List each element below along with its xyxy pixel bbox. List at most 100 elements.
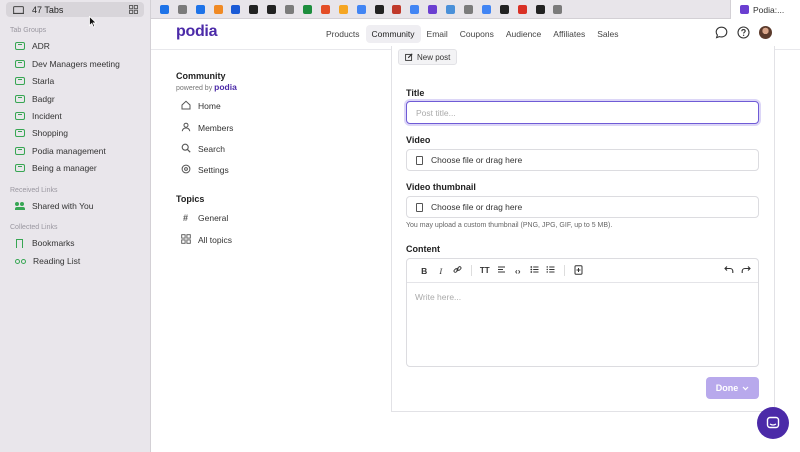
thumbnail-upload[interactable]: Choose file or drag here bbox=[406, 196, 759, 218]
pinned-tab-favicon-icon[interactable] bbox=[374, 4, 384, 14]
pinned-tab-favicon-icon[interactable] bbox=[446, 4, 456, 14]
pinned-tab-favicon-icon[interactable] bbox=[356, 4, 366, 14]
insert-file-button[interactable] bbox=[570, 264, 587, 277]
pinned-tab-favicon-icon[interactable] bbox=[392, 4, 402, 14]
new-post-label: New post bbox=[417, 52, 451, 62]
help-icon[interactable] bbox=[737, 26, 750, 39]
pinned-tab-favicon-icon[interactable] bbox=[213, 4, 223, 14]
topic-general[interactable]: # General bbox=[180, 213, 228, 223]
tab-group-label: Being a manager bbox=[32, 163, 97, 173]
tab-group-label: Dev Managers meeting bbox=[32, 59, 120, 69]
tab-overview-icon[interactable] bbox=[129, 5, 138, 14]
format-button[interactable] bbox=[493, 265, 510, 276]
topic-all-topics[interactable]: All topics bbox=[180, 234, 232, 246]
message-icon bbox=[766, 416, 780, 429]
tab-group-dev-managers[interactable]: Dev Managers meeting bbox=[15, 59, 120, 69]
pinned-tab-favicon-icon[interactable] bbox=[303, 4, 313, 14]
file-icon bbox=[416, 202, 423, 212]
shared-with-you-item[interactable]: Shared with You bbox=[15, 201, 93, 211]
community-nav-label: Settings bbox=[198, 165, 229, 175]
content-textarea[interactable]: Write here... bbox=[407, 283, 758, 311]
link-button[interactable] bbox=[449, 265, 466, 276]
nav-products[interactable]: Products bbox=[320, 25, 366, 43]
pinned-tab-favicon-icon[interactable] bbox=[231, 4, 241, 14]
pinned-tab-favicon-icon[interactable] bbox=[267, 4, 277, 14]
support-chat-button[interactable] bbox=[757, 407, 789, 439]
nav-coupons[interactable]: Coupons bbox=[454, 25, 500, 43]
pinned-tab-favicon-icon[interactable] bbox=[338, 4, 348, 14]
heading-button[interactable]: TT bbox=[477, 266, 494, 275]
pinned-tab-favicon-icon[interactable] bbox=[499, 4, 509, 14]
pinned-tab-favicon-icon[interactable] bbox=[249, 4, 259, 14]
pinned-tab-favicon-icon[interactable] bbox=[285, 4, 295, 14]
podia-logo[interactable]: podia bbox=[176, 23, 217, 41]
nav-email[interactable]: Email bbox=[421, 25, 454, 43]
video-thumbnail-label: Video thumbnail bbox=[406, 182, 476, 192]
user-avatar[interactable] bbox=[759, 26, 772, 39]
community-nav-search[interactable]: Search bbox=[180, 143, 225, 155]
powered-by-text: powered by bbox=[176, 85, 213, 92]
all-tabs-button[interactable]: 47 Tabs bbox=[6, 2, 144, 17]
members-icon bbox=[180, 122, 191, 134]
pinned-tab-favicon-icon[interactable] bbox=[410, 4, 420, 14]
new-post-button[interactable]: New post bbox=[398, 49, 458, 65]
bullet-list-button[interactable] bbox=[526, 265, 543, 276]
tab-group-being-a-manager[interactable]: Being a manager bbox=[15, 163, 97, 173]
italic-button[interactable]: I bbox=[433, 266, 450, 276]
thumbnail-upload-text: Choose file or drag here bbox=[431, 202, 523, 212]
community-nav-settings[interactable]: Settings bbox=[180, 164, 229, 176]
nav-audience[interactable]: Audience bbox=[500, 25, 547, 43]
nav-community[interactable]: Community bbox=[365, 25, 421, 43]
community-nav-label: Home bbox=[198, 101, 221, 111]
file-add-icon bbox=[574, 264, 583, 275]
community-nav-home[interactable]: Home bbox=[180, 100, 221, 112]
tab-group-adr[interactable]: ADR bbox=[15, 41, 50, 51]
toolbar-divider bbox=[470, 265, 472, 276]
main-nav: Products Community Email Coupons Audienc… bbox=[320, 25, 625, 43]
header-actions bbox=[715, 26, 772, 39]
community-nav-members[interactable]: Members bbox=[180, 122, 233, 134]
pinned-tab-favicon-icon[interactable] bbox=[159, 4, 169, 14]
title-label: Title bbox=[406, 88, 425, 98]
tab-group-label: Starla bbox=[32, 76, 55, 86]
pinned-tab-favicon-icon[interactable] bbox=[428, 4, 438, 14]
tab-group-incident[interactable]: Incident bbox=[15, 111, 62, 121]
community-title: Community bbox=[176, 71, 226, 81]
tab-group-starla[interactable]: Starla bbox=[15, 76, 54, 86]
active-tab[interactable]: Podia:... bbox=[730, 0, 800, 19]
tab-group-label: Badgr bbox=[32, 94, 55, 104]
pinned-tab-favicon-icon[interactable] bbox=[553, 4, 563, 14]
bookmark-icon bbox=[16, 238, 23, 248]
pinned-tab-favicon-icon[interactable] bbox=[464, 4, 474, 14]
bookmarks-item[interactable]: Bookmarks bbox=[15, 238, 75, 248]
hash-icon: # bbox=[182, 213, 188, 223]
undo-button[interactable] bbox=[721, 265, 738, 276]
pinned-tab-favicon-icon[interactable] bbox=[535, 4, 545, 14]
tab-group-label: Incident bbox=[32, 111, 62, 121]
post-title-input[interactable] bbox=[406, 101, 759, 124]
chat-icon[interactable] bbox=[715, 26, 728, 39]
video-upload[interactable]: Choose file or drag here bbox=[406, 149, 759, 171]
nav-affiliates[interactable]: Affiliates bbox=[547, 25, 591, 43]
pinned-tab-favicon-icon[interactable] bbox=[177, 4, 187, 14]
people-icon bbox=[15, 202, 25, 210]
tab-group-badgr[interactable]: Badgr bbox=[15, 94, 55, 104]
grid-icon bbox=[180, 234, 191, 246]
browser-tab-bar: Podia:... bbox=[151, 0, 800, 19]
reading-list-item[interactable]: Reading List bbox=[15, 256, 80, 266]
done-button[interactable]: Done bbox=[706, 377, 759, 399]
pinned-tab-favicon-icon[interactable] bbox=[481, 4, 491, 14]
tab-group-shopping[interactable]: Shopping bbox=[15, 128, 68, 138]
pinned-tab-favicon-icon[interactable] bbox=[320, 4, 330, 14]
link-icon bbox=[453, 266, 462, 273]
redo-button[interactable] bbox=[738, 265, 755, 276]
tab-group-podia-management[interactable]: Podia management bbox=[15, 146, 106, 156]
numbered-list-button[interactable] bbox=[543, 265, 560, 276]
code-button[interactable]: ‹› bbox=[510, 266, 527, 276]
nav-sales[interactable]: Sales bbox=[591, 25, 624, 43]
pinned-tab-favicon-icon[interactable] bbox=[517, 4, 527, 14]
community-nav-label: Members bbox=[198, 123, 234, 133]
bold-button[interactable]: B bbox=[416, 266, 433, 276]
tab-group-icon bbox=[15, 147, 25, 155]
pinned-tab-favicon-icon[interactable] bbox=[195, 4, 205, 14]
